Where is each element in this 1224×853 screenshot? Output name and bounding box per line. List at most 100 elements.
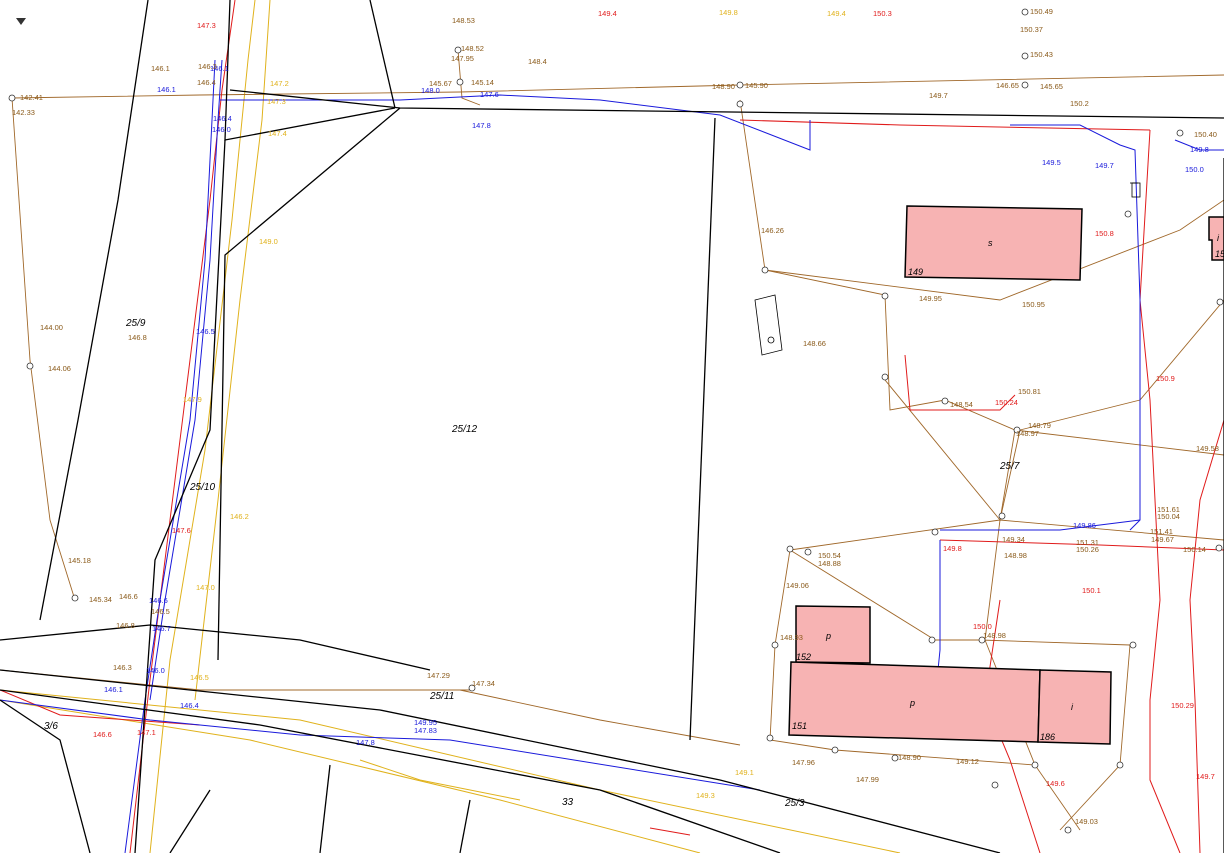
height-label: 149.58 — [1196, 444, 1219, 453]
height-label: 148.4 — [528, 57, 547, 66]
building-type-label: s — [988, 238, 993, 248]
height-label: 146.0 — [212, 125, 231, 134]
height-label: 147.1 — [137, 728, 156, 737]
height-label: 150.14 — [1183, 545, 1206, 554]
building-floors-label: 152 — [796, 652, 811, 662]
water-height-labels: 146.1 146.1 147.6 147.8 149.8 146.0 146.… — [104, 64, 1209, 747]
height-label: 145.18 — [68, 556, 91, 565]
height-label: 148.88 — [818, 559, 841, 568]
height-label: 145.90 — [745, 81, 768, 90]
height-label: 149.1 — [735, 768, 754, 777]
parcel-label: 25/12 — [451, 424, 477, 435]
height-label: 149.4 — [598, 9, 617, 18]
height-label: 146.4 — [197, 78, 216, 87]
height-label: 150.26 — [1076, 545, 1099, 554]
height-label: 149.0 — [259, 237, 278, 246]
height-label: 146.1 — [151, 64, 170, 73]
height-label: 148.52 — [461, 44, 484, 53]
height-label: 150.24 — [995, 398, 1018, 407]
parcel-label: 25/11 — [429, 691, 454, 702]
height-label: 148.66 — [803, 339, 826, 348]
height-label: 149.34 — [1002, 535, 1025, 544]
height-label: 146.0 — [146, 666, 165, 675]
height-label: 146.1 — [104, 685, 123, 694]
height-label: 147.6 — [480, 90, 499, 99]
building-floors-label: 15 — [1215, 249, 1224, 259]
height-label: 149.4 — [827, 9, 846, 18]
height-label: 145.34 — [89, 595, 112, 604]
height-label: 147.34 — [472, 679, 495, 688]
height-label: 149.03 — [1075, 817, 1098, 826]
survey-map: 25/9 25/12 25/10 25/11 25/7 3/6 33 25/3 … — [0, 0, 1224, 853]
height-label: 146.6 — [93, 730, 112, 739]
height-label: 148.97 — [1016, 429, 1039, 438]
building-type-label: p — [909, 698, 915, 708]
building-floors-label: 149 — [908, 267, 923, 277]
height-label: 150.29 — [1171, 701, 1194, 710]
height-label: 150.2 — [1070, 99, 1089, 108]
height-label: 146.6 — [119, 592, 138, 601]
height-label: 146.5 — [196, 327, 215, 336]
parcel-label: 25/10 — [189, 482, 215, 493]
height-label: 149.67 — [1151, 535, 1174, 544]
building-s — [904, 205, 1083, 281]
parcel-label: 3/6 — [44, 721, 58, 732]
height-label: 146.6 — [149, 596, 168, 605]
height-label: 146.5 — [190, 673, 209, 682]
building-floors-label: 151 — [792, 721, 807, 731]
height-label: 147.2 — [270, 79, 289, 88]
height-label: 146.4 — [213, 114, 232, 123]
parcel-label: 25/7 — [999, 461, 1020, 472]
height-label: 149.95 — [919, 294, 942, 303]
height-label: 149.7 — [1095, 161, 1114, 170]
height-label: 147.4 — [268, 129, 287, 138]
parcel-label: 25/9 — [125, 318, 146, 329]
height-label: 150.40 — [1194, 130, 1217, 139]
height-label: 145.65 — [1040, 82, 1063, 91]
height-label: 148.54 — [950, 400, 973, 409]
height-label: 146.5 — [151, 607, 170, 616]
height-label: 147.95 — [451, 54, 474, 63]
height-label: 149.8 — [1190, 145, 1209, 154]
height-label: 142.33 — [12, 108, 35, 117]
height-label: 147.9 — [183, 395, 202, 404]
height-label: 149.06 — [786, 581, 809, 590]
height-label: 147.96 — [792, 758, 815, 767]
height-label: 144.06 — [48, 364, 71, 373]
height-label: 146.26 — [761, 226, 784, 235]
height-label: 150.95 — [1022, 300, 1045, 309]
height-label: 147.6 — [172, 526, 191, 535]
height-label: 149.12 — [956, 757, 979, 766]
height-label: 150.1 — [1082, 586, 1101, 595]
height-label: 149.6 — [1046, 779, 1065, 788]
height-label: 146.8 — [128, 333, 147, 342]
height-label: 148.90 — [712, 82, 735, 91]
height-label: 147.3 — [267, 97, 286, 106]
parcel-label: 33 — [562, 797, 574, 808]
height-label: 148.98 — [983, 631, 1006, 640]
height-label: 145.67 — [429, 79, 452, 88]
height-label: 150.3 — [873, 9, 892, 18]
height-label: 145.14 — [471, 78, 494, 87]
height-label: 150.43 — [1030, 50, 1053, 59]
height-label: 146.65 — [996, 81, 1019, 90]
height-label: 149.8 — [719, 8, 738, 17]
height-label: 149.7 — [929, 91, 948, 100]
height-label: 147.3 — [197, 21, 216, 30]
height-label: 147.83 — [414, 726, 437, 735]
height-label: 148.53 — [452, 16, 475, 25]
height-label: 146.3 — [198, 62, 217, 71]
height-label: 147.99 — [856, 775, 879, 784]
height-label: 149.8 — [943, 544, 962, 553]
height-label: 150.0 — [973, 622, 992, 631]
height-label: 146.1 — [157, 85, 176, 94]
height-label: 146.4 — [180, 701, 199, 710]
height-label: 149.3 — [696, 791, 715, 800]
height-label: 146.8 — [116, 621, 135, 630]
height-label: 149.5 — [1042, 158, 1061, 167]
height-label: 147.8 — [472, 121, 491, 130]
building-floors-label: 186 — [1040, 732, 1055, 742]
height-label: 148.90 — [898, 753, 921, 762]
height-label: 147.29 — [427, 671, 450, 680]
height-label: 142.41 — [20, 93, 43, 102]
